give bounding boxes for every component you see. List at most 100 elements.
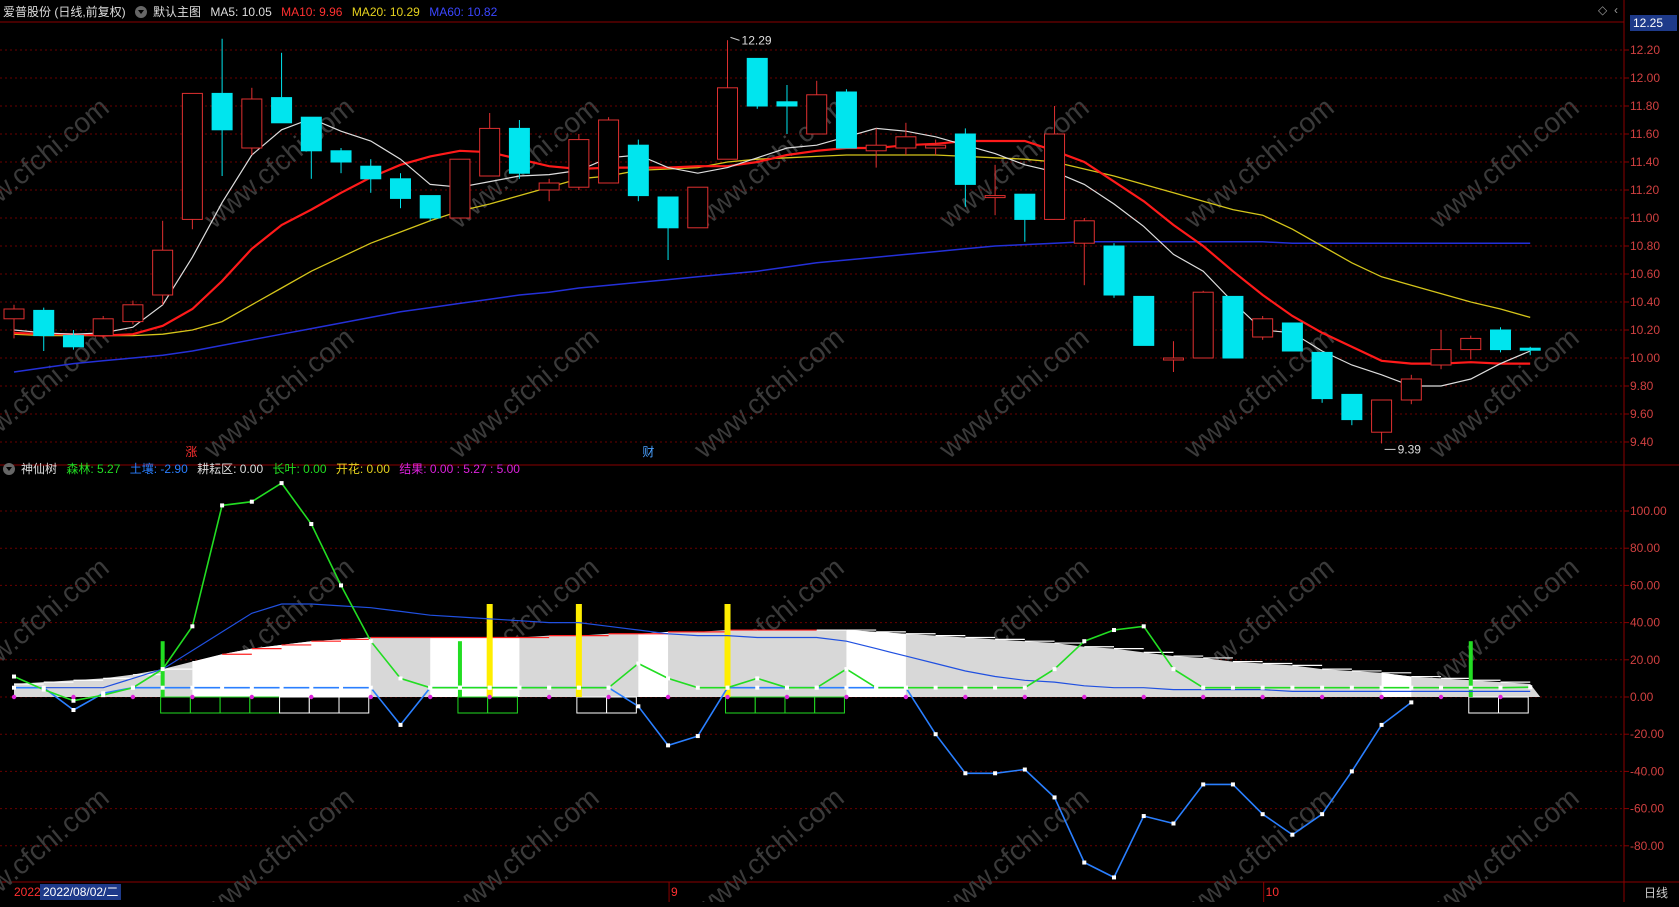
indicator-box bbox=[219, 696, 251, 714]
indicator-box bbox=[457, 696, 489, 714]
candle-body bbox=[568, 139, 590, 188]
candle-body bbox=[300, 116, 322, 152]
candle-body bbox=[449, 158, 471, 219]
indicator-point bbox=[1320, 685, 1325, 690]
indicator-point bbox=[874, 685, 879, 690]
marker-zhang: 涨 bbox=[185, 444, 197, 459]
indicator-point bbox=[130, 685, 135, 690]
chart-canvas[interactable]: www.cfchi.com www.cfchi.com www.cfchi.com w… bbox=[0, 0, 1679, 907]
indicator-point bbox=[1082, 639, 1087, 644]
indicator-point bbox=[1290, 832, 1295, 837]
indicator-point bbox=[1022, 767, 1027, 772]
zero-dot bbox=[428, 694, 433, 700]
indicator-point bbox=[725, 685, 730, 690]
indicator-point bbox=[933, 685, 938, 690]
indicator-point bbox=[428, 685, 433, 690]
price-tick-label: 12.00 bbox=[1630, 71, 1660, 85]
indicator-box bbox=[160, 696, 191, 714]
indicator-point bbox=[636, 704, 641, 709]
price-tick-label: 11.60 bbox=[1630, 127, 1659, 141]
indicator-box bbox=[189, 696, 221, 714]
indicator-point bbox=[1290, 685, 1295, 690]
zero-dot bbox=[1438, 694, 1444, 700]
zero-dot bbox=[903, 694, 909, 700]
price-tick-label: 10.00 bbox=[1630, 351, 1660, 365]
indicator-point bbox=[844, 685, 849, 690]
senlin-value: 森林: 5.27 bbox=[66, 462, 121, 476]
zero-dot bbox=[725, 694, 730, 700]
indicator-point bbox=[903, 685, 908, 690]
stock-chart-window[interactable]: www.cfchi.com www.cfchi.com www.cfchi.com w… bbox=[0, 0, 1679, 907]
candle-body bbox=[419, 195, 441, 219]
indicator-point bbox=[755, 685, 760, 690]
price-tick-label: 11.40 bbox=[1630, 155, 1659, 169]
candle-body bbox=[1133, 295, 1155, 346]
ma20-value: MA20: 10.29 bbox=[351, 5, 420, 19]
turang-value: 土壤: -2.90 bbox=[129, 462, 188, 476]
candle-body bbox=[657, 196, 679, 229]
diamond-icon[interactable]: ◇ bbox=[1598, 3, 1607, 17]
price-tick-label: 10.80 bbox=[1630, 239, 1660, 253]
candle-body bbox=[865, 144, 887, 152]
zero-dot bbox=[546, 694, 552, 700]
candle-body bbox=[62, 335, 84, 348]
indicator-name[interactable]: 神仙树 bbox=[21, 462, 57, 476]
indicator-point bbox=[279, 481, 284, 486]
candle-body bbox=[360, 165, 382, 180]
candle-body bbox=[806, 94, 828, 135]
indicator-point bbox=[1349, 685, 1354, 690]
indicator-point bbox=[279, 685, 284, 690]
indicator-point bbox=[368, 685, 373, 690]
price-tick-label: 10.20 bbox=[1630, 323, 1660, 337]
indicator-tick-label: 0.00 bbox=[1630, 690, 1654, 704]
indicator-point bbox=[457, 685, 462, 690]
zhangye-value: 长叶: 0.00 bbox=[272, 462, 327, 476]
indicator-point bbox=[993, 771, 998, 776]
kaihua-value: 开花: 0.00 bbox=[335, 462, 390, 476]
indicator-point bbox=[1082, 860, 1087, 865]
dropdown-icon[interactable] bbox=[3, 463, 15, 475]
candle-body bbox=[1460, 337, 1482, 351]
candle-body bbox=[1014, 193, 1036, 220]
indicator-point bbox=[1052, 667, 1057, 672]
indicator-white-band bbox=[1381, 672, 1412, 697]
zero-dot bbox=[368, 694, 373, 700]
zero-dot bbox=[784, 694, 790, 700]
indicator-point bbox=[160, 667, 165, 672]
indicator-point bbox=[101, 691, 106, 696]
zero-dot bbox=[71, 694, 76, 700]
month-mark: 9 bbox=[671, 885, 678, 899]
candle-body bbox=[1519, 347, 1541, 351]
indicator-point bbox=[963, 771, 968, 776]
stock-name: 爱普股份 (日线,前复权) bbox=[3, 5, 126, 19]
yellow-bar bbox=[724, 604, 731, 697]
candle-body bbox=[1281, 322, 1303, 352]
dropdown-icon[interactable] bbox=[135, 6, 148, 18]
indicator-box bbox=[814, 696, 845, 714]
indicator-point bbox=[1528, 685, 1533, 690]
candle-body bbox=[3, 308, 25, 320]
period-tab[interactable]: 日线 bbox=[1644, 884, 1668, 901]
indicator-tick-label: -40.00 bbox=[1630, 764, 1664, 778]
indicator-tick-label: 80.00 bbox=[1630, 541, 1660, 555]
main-chart-label[interactable]: 默认主图 bbox=[153, 5, 201, 19]
zero-dot bbox=[1141, 694, 1146, 700]
indicator-point bbox=[1112, 628, 1117, 633]
candle-body bbox=[1311, 351, 1333, 400]
zero-dot bbox=[963, 694, 968, 700]
indicator-tick-label: -60.00 bbox=[1630, 802, 1664, 816]
candle-body bbox=[925, 144, 947, 149]
candle-body bbox=[746, 57, 768, 107]
indicator-point bbox=[1022, 685, 1027, 690]
chevron-left-icon[interactable]: ‹ bbox=[1614, 3, 1618, 17]
jieguo-value: 结果: 0.00 : 5.27 : 5.00 bbox=[399, 462, 520, 476]
indicator-point bbox=[220, 685, 225, 690]
indicator-box bbox=[725, 696, 756, 714]
indicator-box bbox=[754, 696, 786, 714]
marker-cai: 财 bbox=[642, 445, 654, 459]
zero-dot bbox=[1498, 694, 1503, 700]
candle-body bbox=[241, 98, 263, 149]
candle-body bbox=[687, 186, 709, 229]
indicator-point bbox=[1260, 685, 1265, 690]
indicator-point bbox=[963, 685, 968, 690]
